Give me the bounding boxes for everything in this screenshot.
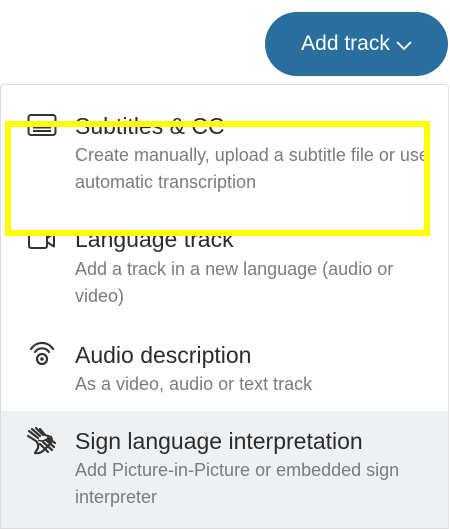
menu-item-description: As a video, audio or text track (75, 374, 313, 394)
menu-item-audio-description[interactable]: Audio description As a video, audio or t… (1, 325, 448, 409)
subtitles-icon (26, 111, 58, 139)
sign-language-icon (26, 426, 58, 455)
menu-item-title: Language track (75, 226, 234, 252)
menu-item-language-track[interactable]: Language track Add a track in a new lang… (1, 203, 448, 317)
page: Add track Subtitles & CC Create manually… (0, 0, 450, 529)
menu-item-description: Add a track in a new language (audio or … (75, 259, 394, 306)
audio-description-icon (26, 339, 58, 367)
add-track-button-label: Add track (301, 32, 390, 55)
menu-item-sign-language[interactable]: Sign language interpretation Add Picture… (1, 411, 448, 528)
menu-item-title: Audio description (75, 342, 252, 368)
menu-item-subtitles[interactable]: Subtitles & CC Create manually, upload a… (1, 85, 448, 203)
chevron-down-icon (396, 40, 412, 52)
add-track-button[interactable]: Add track (265, 12, 448, 76)
video-camera-icon (26, 226, 58, 254)
menu-item-description: Create manually, upload a subtitle file … (75, 145, 429, 192)
menu-item-title: Sign language interpretation (75, 428, 363, 454)
menu-item-description: Add Picture-in-Picture or embedded sign … (75, 460, 400, 507)
add-track-menu: Subtitles & CC Create manually, upload a… (0, 84, 449, 529)
menu-item-title: Subtitles & CC (75, 113, 225, 139)
